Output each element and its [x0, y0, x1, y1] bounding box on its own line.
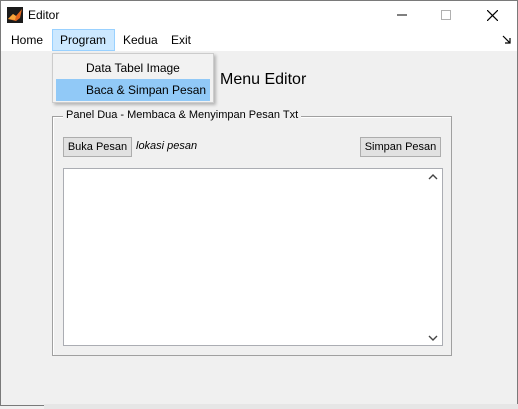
- dock-arrow-icon[interactable]: [501, 34, 513, 46]
- menu-exit[interactable]: Exit: [164, 29, 198, 51]
- menu-item-baca-simpan-pesan[interactable]: Baca & Simpan Pesan: [56, 79, 210, 101]
- editor-window: Editor Home Program Kedua Exit Menu Edit…: [0, 0, 518, 406]
- matlab-icon: [7, 7, 23, 23]
- menu-home[interactable]: Home: [4, 29, 50, 51]
- program-dropdown-menu: Data Tabel Image Baca & Simpan Pesan: [52, 53, 214, 103]
- panel-title: Panel Dua - Membaca & Menyimpan Pesan Tx…: [63, 109, 302, 121]
- close-button[interactable]: [469, 1, 515, 29]
- minimize-icon: [397, 14, 407, 16]
- menu-item-data-tabel-image[interactable]: Data Tabel Image: [56, 57, 210, 79]
- scroll-up-icon[interactable]: [428, 173, 438, 181]
- maximize-icon: [441, 10, 451, 20]
- message-textarea[interactable]: [63, 168, 443, 346]
- menu-bar: Home Program Kedua Exit: [1, 29, 517, 51]
- menu-kedua[interactable]: Kedua: [116, 29, 165, 51]
- open-message-button[interactable]: Buka Pesan: [63, 137, 132, 157]
- title-bar[interactable]: Editor: [1, 1, 517, 29]
- background-window-edge: [44, 404, 518, 409]
- maximize-button[interactable]: [423, 1, 469, 29]
- window-title: Editor: [28, 8, 60, 22]
- save-message-button[interactable]: Simpan Pesan: [360, 137, 441, 157]
- minimize-button[interactable]: [379, 1, 425, 29]
- scroll-down-icon[interactable]: [428, 334, 438, 342]
- close-icon: [486, 9, 498, 21]
- menu-program[interactable]: Program: [52, 29, 115, 51]
- location-label: lokasi pesan: [136, 140, 198, 152]
- page-title: Menu Editor: [220, 71, 307, 88]
